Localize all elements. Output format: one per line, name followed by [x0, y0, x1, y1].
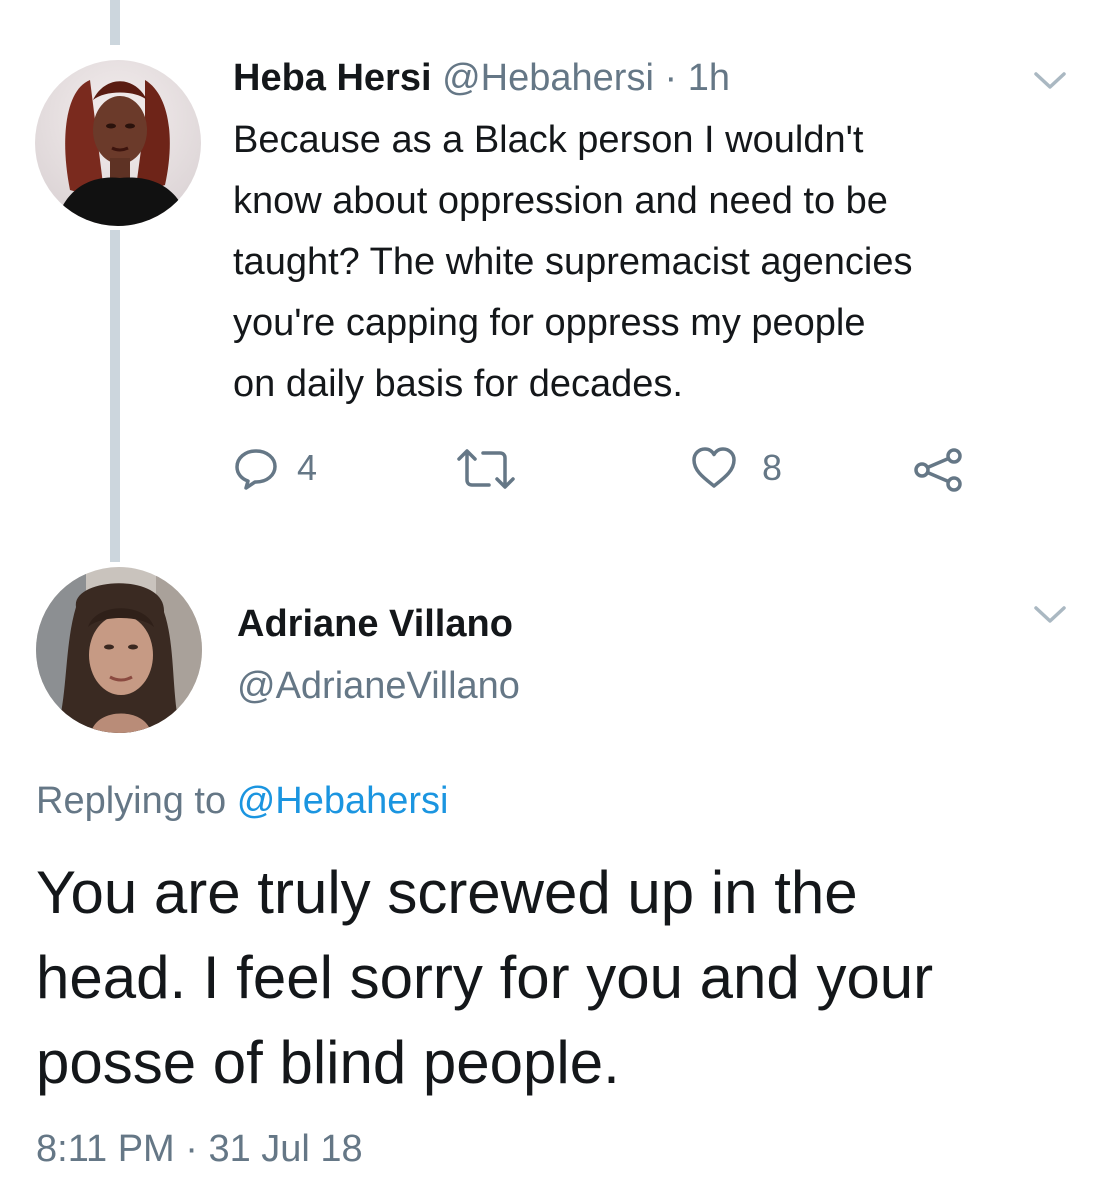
- retweet-icon: [457, 449, 515, 489]
- avatar-photo: [35, 60, 201, 226]
- thread-line-top: [110, 0, 120, 45]
- author-handle[interactable]: @Hebahersi: [442, 57, 654, 99]
- tweet1-text: Because as a Black person I wouldn't kno…: [233, 110, 1083, 415]
- tweet-line: posse of blind people.: [36, 1029, 620, 1096]
- tweet1-header: Heba Hersi @Hebahersi · 1h: [233, 54, 730, 102]
- tweet-line: head. I feel sorry for you and your: [36, 944, 934, 1011]
- like-button[interactable]: 8: [690, 445, 782, 491]
- reply-count: 4: [297, 447, 318, 488]
- retweet-button[interactable]: [455, 447, 517, 491]
- share-button[interactable]: [912, 447, 964, 493]
- like-icon: [692, 447, 736, 488]
- author-name[interactable]: Heba Hersi: [233, 57, 432, 99]
- author-name[interactable]: Adriane Villano: [237, 600, 513, 648]
- tweet-line: know about oppression and need to be: [233, 180, 888, 222]
- separator-dot: ·: [664, 57, 678, 99]
- chevron-down-icon[interactable]: [1033, 70, 1067, 92]
- avatar-adriane-villano[interactable]: [36, 567, 202, 733]
- tweet-line: taught? The white supremacist agencies: [233, 241, 913, 283]
- share-icon: [914, 448, 962, 492]
- tweet-time[interactable]: 1h: [688, 57, 730, 99]
- like-count: 8: [762, 447, 783, 488]
- tweet-line: you're capping for oppress my people: [233, 302, 866, 344]
- reply-mention-link[interactable]: @Hebahersi: [237, 780, 449, 822]
- replying-prefix: Replying to: [36, 780, 227, 822]
- replying-to: Replying to @Hebahersi: [36, 777, 448, 825]
- tweet-line: Because as a Black person I wouldn't: [233, 119, 864, 161]
- reply-icon: [235, 449, 277, 490]
- reply-button[interactable]: 4: [233, 445, 317, 491]
- author-handle[interactable]: @AdrianeVillano: [237, 662, 520, 710]
- avatar-heba-hersi[interactable]: [35, 60, 201, 226]
- tweet-line: on daily basis for decades.: [233, 363, 683, 405]
- avatar-photo: [36, 567, 202, 733]
- tweet-timestamp[interactable]: 8:11 PM · 31 Jul 18: [36, 1125, 363, 1173]
- thread-line-middle: [110, 230, 120, 562]
- tweet-actions: 4 8: [0, 445, 1105, 495]
- chevron-down-icon[interactable]: [1033, 604, 1067, 626]
- tweet2-text: You are truly screwed up in the head. I …: [36, 850, 933, 1105]
- tweet-line: You are truly screwed up in the: [36, 859, 858, 926]
